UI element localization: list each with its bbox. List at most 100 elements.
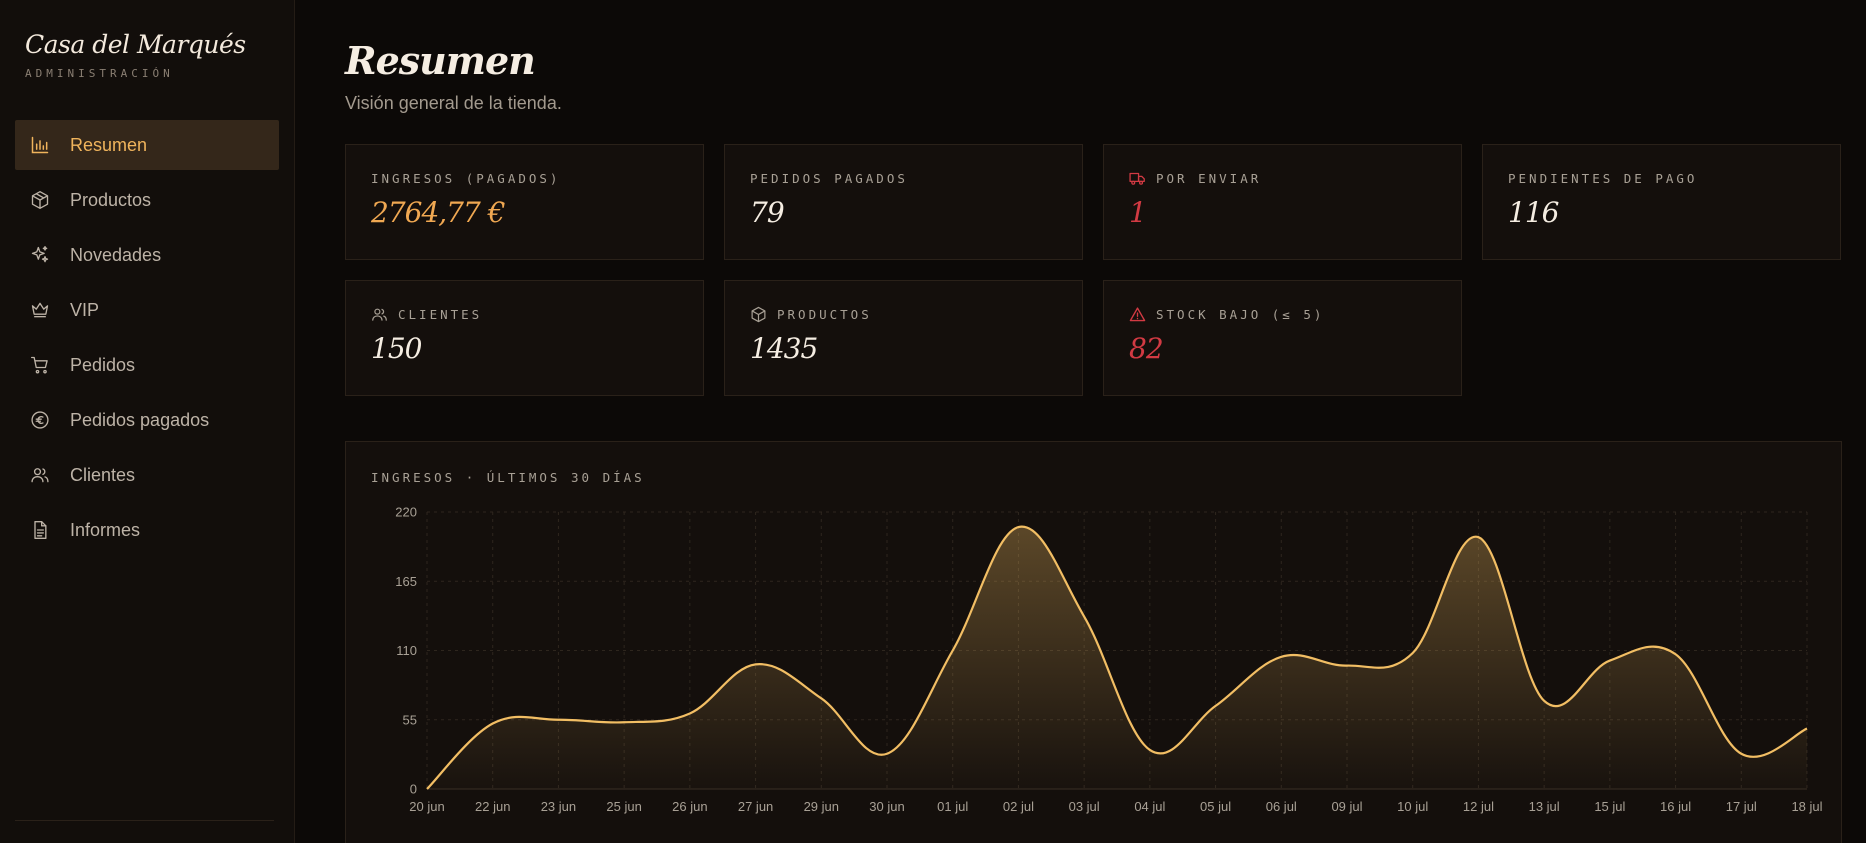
data-point[interactable]: [750, 658, 762, 670]
stat-card-value: 116: [1508, 196, 1559, 229]
x-tick-label: 26 jun: [672, 799, 707, 814]
data-point[interactable]: [1078, 611, 1090, 623]
data-point[interactable]: [421, 783, 433, 795]
stat-card-label: CLIENTES: [398, 306, 483, 322]
stat-card-por-enviar: POR ENVIAR 1: [1103, 144, 1462, 260]
data-point[interactable]: [1012, 521, 1024, 533]
x-tick-label: 02 jul: [1003, 799, 1034, 814]
sidebar-item-vip[interactable]: VIP: [15, 285, 279, 335]
x-tick-label: 18 jul: [1791, 799, 1822, 814]
x-tick-label: 20 jun: [409, 799, 444, 814]
stat-card-value: 1435: [750, 332, 818, 365]
sidebar-item-label: Pedidos: [70, 354, 136, 375]
x-tick-label: 05 jul: [1200, 799, 1231, 814]
data-point[interactable]: [618, 716, 630, 728]
sidebar-item-label: Novedades: [70, 244, 162, 265]
stat-card-label: STOCK BAJO (≤ 5): [1156, 306, 1325, 322]
sidebar-item-novedades[interactable]: Novedades: [15, 230, 279, 280]
bar-chart-icon: [30, 135, 50, 155]
brand-subtitle: ADMINISTRACIÓN: [25, 67, 174, 80]
x-tick-label: 12 jul: [1463, 799, 1494, 814]
x-tick-label: 03 jul: [1069, 799, 1100, 814]
revenue-area-fill: [427, 526, 1807, 789]
page-subtitle: Visión general de la tienda.: [345, 93, 562, 113]
y-tick-label: 55: [403, 712, 417, 727]
y-tick-label: 110: [396, 643, 417, 658]
data-point[interactable]: [552, 714, 564, 726]
sidebar-divider: [15, 820, 274, 821]
alert-triangle-icon: [1129, 306, 1146, 323]
y-tick-label: 0: [410, 782, 417, 797]
x-tick-label: 09 jul: [1331, 799, 1362, 814]
page-title: Resumen: [345, 38, 536, 83]
stat-card-value: 82: [1129, 332, 1164, 365]
data-point[interactable]: [1735, 748, 1747, 760]
data-point[interactable]: [1144, 744, 1156, 756]
x-tick-label: 30 jun: [869, 799, 904, 814]
data-point[interactable]: [881, 748, 893, 760]
sidebar-item-clientes[interactable]: Clientes: [15, 450, 279, 500]
data-point[interactable]: [1801, 723, 1813, 735]
data-point[interactable]: [815, 692, 827, 704]
stat-card-label: INGRESOS (PAGADOS): [371, 170, 561, 186]
data-point[interactable]: [1670, 648, 1682, 660]
x-tick-label: 10 jul: [1397, 799, 1428, 814]
sidebar-item-label: Informes: [70, 519, 141, 540]
x-tick-label: 15 jul: [1594, 799, 1625, 814]
sidebar-item-productos[interactable]: Productos: [15, 175, 279, 225]
data-point[interactable]: [1604, 655, 1616, 667]
sidebar-item-pedidos-pagados[interactable]: Pedidos pagados: [15, 395, 279, 445]
sidebar-item-informes[interactable]: Informes: [15, 505, 279, 555]
x-tick-label: 22 jun: [475, 799, 510, 814]
sidebar-item-label: Pedidos pagados: [70, 409, 210, 430]
stat-card-label: PRODUCTOS: [777, 306, 872, 322]
stat-card-label: PENDIENTES DE PAGO: [1508, 170, 1698, 186]
sidebar-item-pedidos[interactable]: Pedidos: [15, 340, 279, 390]
data-point[interactable]: [1472, 531, 1484, 543]
users-icon: [371, 306, 388, 323]
stat-card-pedidos-pagados: PEDIDOS PAGADOS 79: [724, 144, 1083, 260]
crown-icon: [30, 300, 50, 320]
stat-card-label: POR ENVIAR: [1156, 170, 1262, 186]
stat-card-value: 150: [371, 332, 422, 365]
stat-card-label: PEDIDOS PAGADOS: [750, 170, 908, 186]
stat-card-value: 2764,77 €: [371, 196, 506, 229]
sidebar-item-label: VIP: [70, 299, 100, 320]
sparkles-icon: [30, 245, 50, 265]
x-tick-label: 23 jun: [541, 799, 576, 814]
data-point[interactable]: [1341, 660, 1353, 672]
users-icon: [30, 465, 50, 485]
data-point[interactable]: [487, 718, 499, 730]
revenue-chart: 0 55 110 165 220 20 jun 22 jun 23 jun 25 jun 26 j…: [395, 505, 1822, 815]
stat-card-value: 79: [750, 196, 785, 229]
x-tick-label: 17 jul: [1726, 799, 1757, 814]
sidebar-item-label: Productos: [70, 189, 152, 210]
sidebar-nav: Resumen Productos Novedades VIP Pedidos: [0, 120, 294, 555]
x-tick-label: 06 jul: [1266, 799, 1297, 814]
x-tick-label: 27 jun: [738, 799, 773, 814]
x-tick-label: 01 jul: [937, 799, 968, 814]
x-tick-label: 25 jun: [606, 799, 641, 814]
data-point[interactable]: [1407, 647, 1419, 659]
sidebar-item-resumen[interactable]: Resumen: [15, 120, 279, 170]
sidebar-item-label: Clientes: [70, 464, 136, 485]
stat-card-clientes: CLIENTES 150: [345, 280, 704, 396]
cart-icon: [30, 355, 50, 375]
truck-icon: [1129, 170, 1146, 187]
data-point[interactable]: [1538, 695, 1550, 707]
data-point[interactable]: [947, 645, 959, 657]
euro-circle-icon: [30, 410, 50, 430]
data-point[interactable]: [1210, 700, 1222, 712]
brand: Casa del Marqués ADMINISTRACIÓN: [0, 0, 294, 80]
y-tick-label: 165: [395, 574, 417, 589]
brand-title: Casa del Marqués: [25, 30, 246, 59]
data-point[interactable]: [684, 707, 696, 719]
x-tick-label: 04 jul: [1134, 799, 1165, 814]
sidebar: Casa del Marqués ADMINISTRACIÓN Resumen …: [0, 0, 295, 843]
data-point[interactable]: [1275, 651, 1287, 663]
stat-card-ingresos: INGRESOS (PAGADOS) 2764,77 €: [345, 144, 704, 260]
box-icon: [750, 306, 767, 323]
revenue-chart-panel: INGRESOS · ÚLTIMOS 30 DÍAS 0 55 110 165 220 2…: [345, 441, 1842, 843]
stat-card-stock-bajo: STOCK BAJO (≤ 5) 82: [1103, 280, 1462, 396]
x-tick-label: 13 jul: [1529, 799, 1560, 814]
